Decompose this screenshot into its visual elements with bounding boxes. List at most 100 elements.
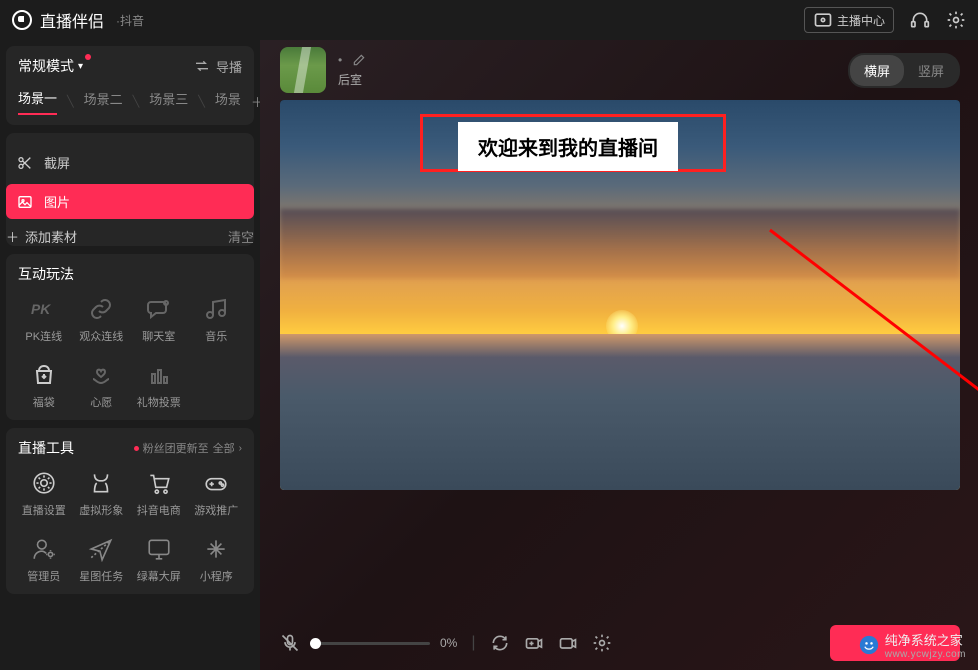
headset-icon[interactable] — [910, 10, 930, 30]
scene-tab-3[interactable]: 场景三 — [149, 89, 188, 114]
welcome-text-overlay[interactable]: 欢迎来到我的直播间 — [458, 122, 678, 171]
sources-panel: 截屏 图片 ＋ 添加素材 清空 — [6, 133, 254, 246]
tool-admin[interactable]: 管理员 — [18, 536, 70, 584]
scene-tab-1[interactable]: 场景一 — [18, 88, 57, 115]
title-bar: 直播伴侣 ·抖音 主播中心 — [0, 0, 978, 40]
tool-ecommerce[interactable]: 抖音电商 — [133, 470, 185, 518]
tool-label: 绿幕大屏 — [137, 568, 181, 584]
cart-icon — [146, 470, 172, 496]
fans-update-link[interactable]: 粉丝团更新至 全部 › — [134, 440, 242, 456]
start-live-button[interactable] — [830, 625, 960, 661]
source-label: 截屏 — [44, 153, 70, 172]
settings-icon[interactable] — [946, 10, 966, 30]
all-label: 全部 — [213, 440, 235, 456]
tool-star-task[interactable]: 星图任务 — [76, 536, 128, 584]
app-title: 直播伴侣 — [40, 8, 104, 32]
swap-icon — [194, 58, 210, 74]
main-area: 常规模式 ▾ 导播 场景一 ╲ 场景二 ╲ 场景三 ╲ 场景 ＋ — [0, 40, 978, 670]
link-icon — [89, 297, 113, 321]
scene-tabs: 场景一 ╲ 场景二 ╲ 场景三 ╲ 场景 ＋ — [18, 88, 242, 115]
preview-sea — [280, 334, 960, 490]
source-item-screenshot[interactable]: 截屏 — [6, 145, 254, 180]
tool-label: 管理员 — [27, 568, 60, 584]
tool-label: 抖音电商 — [137, 502, 181, 518]
tool-label: 虚拟形象 — [79, 502, 123, 518]
tool-green-screen[interactable]: 绿幕大屏 — [133, 536, 185, 584]
app-logo-icon — [12, 10, 32, 30]
feature-label: PK连线 — [25, 328, 62, 344]
feature-audience-link[interactable]: 观众连线 — [76, 296, 128, 344]
bottom-toolbar: 0% | — [260, 616, 978, 670]
tool-label: 星图任务 — [79, 568, 123, 584]
image-icon — [16, 194, 34, 210]
tool-game-promo[interactable]: 游戏推广 — [191, 470, 243, 518]
feature-label: 福袋 — [33, 394, 55, 410]
music-icon — [204, 297, 228, 321]
chevron-right-icon: › — [239, 443, 242, 454]
scene-sep-icon: ╲ — [133, 95, 140, 108]
heart-hand-icon — [89, 363, 113, 387]
tool-avatar[interactable]: 虚拟形象 — [76, 470, 128, 518]
clear-sources-button[interactable]: 清空 — [228, 227, 254, 246]
portrait-button[interactable]: 竖屏 — [904, 55, 958, 86]
live-preview[interactable]: 欢迎来到我的直播间 — [280, 100, 960, 490]
guide-button[interactable]: 导播 — [194, 57, 242, 76]
poll-icon — [147, 363, 171, 387]
orientation-toggle: 横屏 竖屏 — [848, 53, 960, 88]
tool-label: 直播设置 — [22, 502, 66, 518]
tools-title: 直播工具 — [18, 438, 74, 458]
scene-tab-2[interactable]: 场景二 — [84, 89, 123, 114]
mode-dropdown[interactable]: 常规模式 ▾ — [18, 56, 83, 76]
tool-live-settings[interactable]: 直播设置 — [18, 470, 70, 518]
admin-icon — [31, 536, 57, 562]
feature-chatroom[interactable]: 聊天室 — [133, 296, 185, 344]
source-label: 图片 — [44, 192, 70, 211]
feature-music[interactable]: 音乐 — [191, 296, 243, 344]
separator: | — [471, 634, 475, 652]
tool-mini-program[interactable]: 小程序 — [191, 536, 243, 584]
avatar-icon — [88, 470, 114, 496]
interact-panel: 互动玩法 PKPK连线 观众连线 聊天室 音乐 福袋 心愿 礼物投票 — [6, 254, 254, 420]
edit-icon[interactable] — [352, 53, 366, 67]
preview-clouds — [280, 209, 960, 279]
back-room-label[interactable]: 后室 — [338, 71, 366, 88]
feature-label: 观众连线 — [79, 328, 123, 344]
content-top-strip: • 后室 横屏 竖屏 — [260, 40, 978, 100]
feature-pk[interactable]: PK PK连线 — [18, 296, 70, 344]
record-icon[interactable] — [558, 633, 578, 653]
tool-label: 游戏推广 — [194, 502, 238, 518]
mic-mute-icon[interactable] — [280, 633, 300, 653]
feature-wish[interactable]: 心愿 — [76, 362, 128, 410]
monitor-icon — [146, 536, 172, 562]
source-item-image[interactable]: 图片 — [6, 184, 254, 219]
feature-label: 心愿 — [90, 394, 112, 410]
camera-add-icon[interactable] — [524, 633, 544, 653]
landscape-button[interactable]: 横屏 — [850, 55, 904, 86]
volume-slider[interactable] — [310, 642, 430, 645]
feature-lucky-bag[interactable]: 福袋 — [18, 362, 70, 410]
gear-circle-icon — [31, 470, 57, 496]
sparkle-icon — [203, 536, 229, 562]
title-left: 直播伴侣 ·抖音 — [12, 8, 144, 32]
add-source-button[interactable]: ＋ 添加素材 — [6, 227, 77, 246]
anchor-center-button[interactable]: 主播中心 — [804, 7, 894, 33]
anchor-center-label: 主播中心 — [837, 12, 885, 29]
feature-gift-vote[interactable]: 礼物投票 — [133, 362, 185, 410]
gamepad-icon — [203, 470, 229, 496]
feature-label: 音乐 — [205, 328, 227, 344]
preview-wrap: 欢迎来到我的直播间 — [260, 100, 978, 616]
content-area: • 后室 横屏 竖屏 欢迎来到我的直播间 — [260, 40, 978, 670]
feature-label: 礼物投票 — [137, 394, 181, 410]
scene-tab-4[interactable]: 场景 — [215, 89, 241, 114]
title-right: 主播中心 — [804, 7, 966, 33]
sidebar: 常规模式 ▾ 导播 场景一 ╲ 场景二 ╲ 场景三 ╲ 场景 ＋ — [0, 40, 260, 670]
refresh-icon[interactable] — [490, 633, 510, 653]
user-icon — [813, 10, 833, 30]
pk-icon: PK — [31, 298, 57, 320]
scene-sep-icon: ╲ — [67, 95, 74, 108]
feature-label: 聊天室 — [142, 328, 175, 344]
gear-icon[interactable] — [592, 633, 612, 653]
fans-update-label: 粉丝团更新至 — [143, 440, 209, 456]
scene-thumbnail[interactable] — [280, 47, 326, 93]
guide-label: 导播 — [216, 57, 242, 76]
